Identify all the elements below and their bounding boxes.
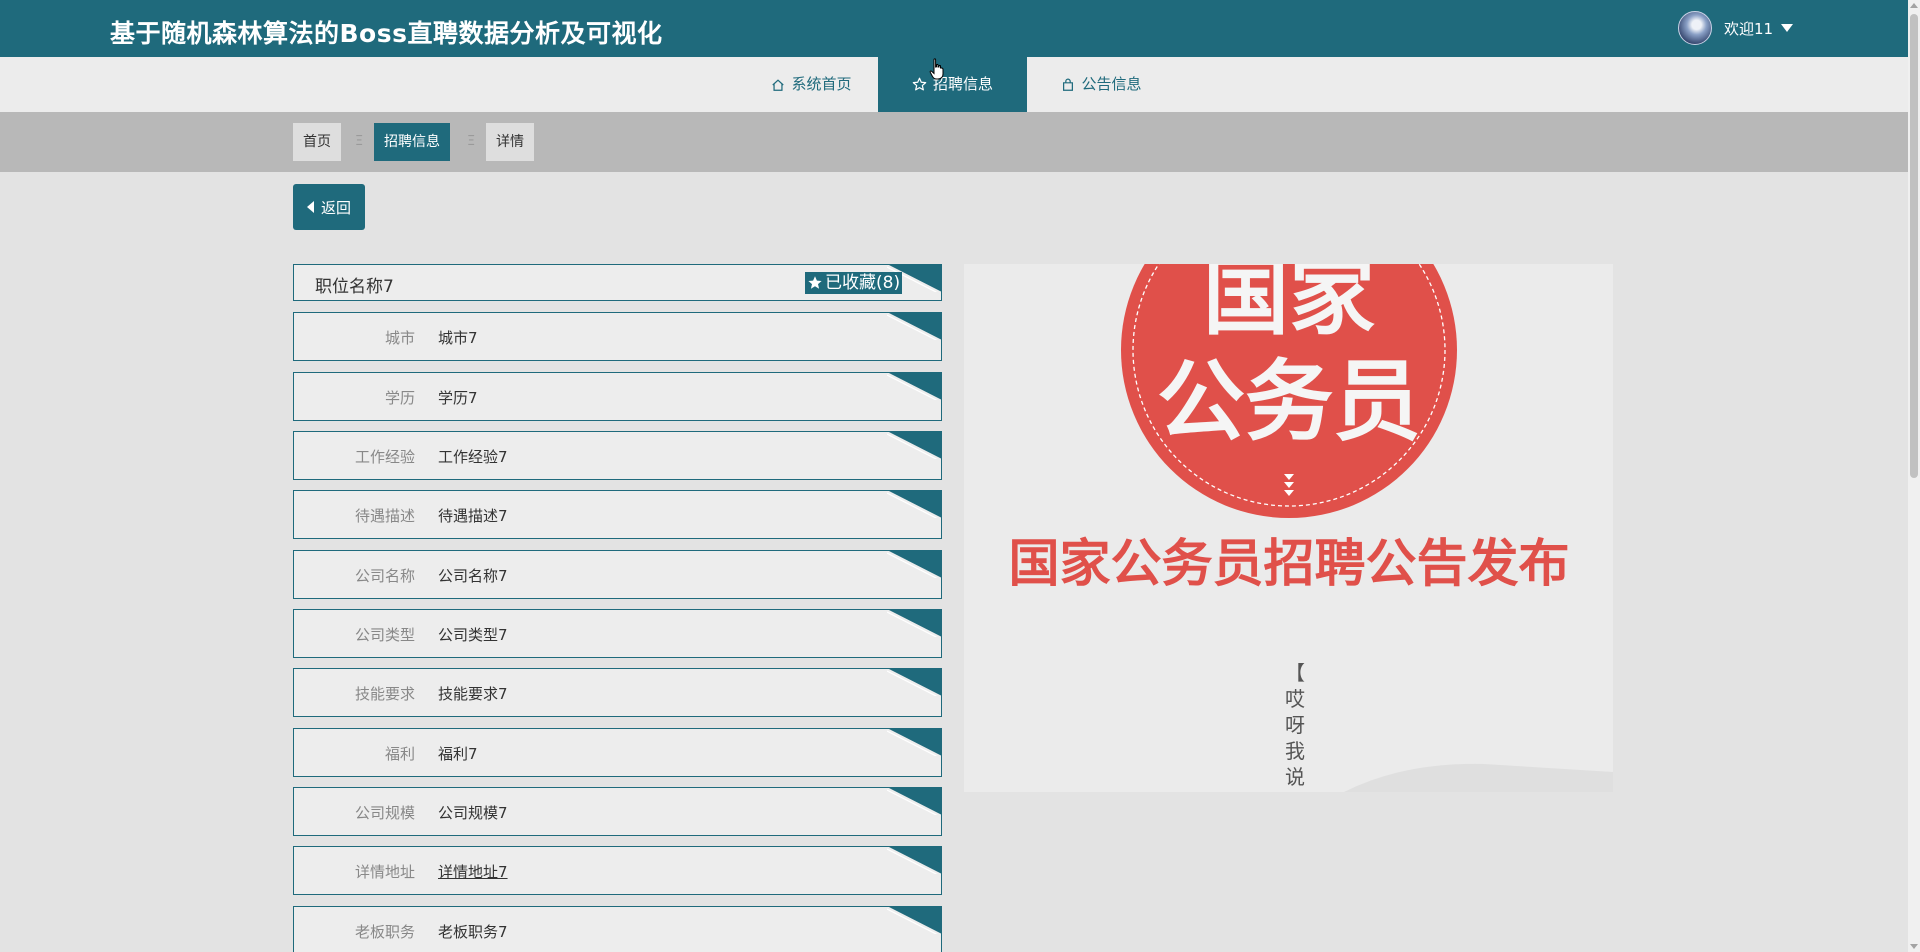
detail-row: 城市 城市7 — [293, 312, 942, 361]
svg-text:说: 说 — [1285, 766, 1305, 789]
nav-notices-label: 公告信息 — [1081, 75, 1142, 93]
breadcrumb-detail: 详情 — [486, 123, 534, 161]
breadcrumb-separator: Ξ — [355, 134, 364, 149]
detail-label: 学历 — [384, 389, 415, 407]
back-button-label: 返回 — [320, 198, 351, 217]
nav-home-label: 系统首页 — [791, 75, 852, 93]
detail-row: 学历 学历7 — [293, 372, 942, 421]
nav-notices[interactable]: 公告信息 — [1027, 57, 1176, 112]
detail-label: 待遇描述 — [354, 507, 415, 525]
detail-value: 公司类型7 — [438, 626, 508, 644]
detail-value: 待遇描述7 — [438, 507, 508, 525]
corner-ribbon-icon — [887, 491, 941, 518]
corner-ribbon-icon — [887, 847, 941, 874]
poster-badge-line2: 公务员 — [1157, 352, 1421, 451]
breadcrumb-separator: Ξ — [467, 134, 476, 149]
detail-value[interactable]: 详情地址7 — [438, 861, 508, 882]
detail-value: 福利7 — [438, 745, 478, 763]
detail-label: 公司类型 — [354, 626, 415, 644]
top-header: 基于随机森林算法的Boss直聘数据分析及可视化 欢迎11 — [0, 0, 1908, 57]
poster-graphic: 国家 公务员 国家公务员招聘公告发布 【 哎 呀 我 说 考 — [964, 264, 1613, 792]
corner-ribbon-icon — [887, 788, 941, 815]
detail-value: 城市7 — [438, 329, 478, 347]
detail-row: 老板职务 老板职务7 — [293, 906, 942, 952]
detail-label: 技能要求 — [354, 685, 415, 703]
detail-row: 福利 福利7 — [293, 728, 942, 777]
corner-ribbon-icon — [887, 551, 941, 578]
corner-ribbon-icon — [887, 432, 941, 459]
detail-row: 公司名称 公司名称7 — [293, 550, 942, 599]
favorite-label: 已收藏(8) — [825, 273, 901, 293]
main-nav: 系统首页 招聘信息 公告信息 — [0, 57, 1908, 112]
favorite-button[interactable]: 已收藏(8) — [805, 272, 903, 294]
breadcrumb: 首页 Ξ 招聘信息 Ξ 详情 — [0, 112, 1908, 172]
avatar[interactable] — [1678, 11, 1712, 45]
site-title: 基于随机森林算法的Boss直聘数据分析及可视化 — [110, 19, 663, 48]
detail-label: 详情地址 — [354, 863, 415, 881]
corner-ribbon-icon — [887, 669, 941, 696]
poster-vertical-text: 【 哎 呀 我 说 考 — [1285, 663, 1305, 789]
detail-row: 待遇描述 待遇描述7 — [293, 490, 942, 539]
detail-row: 公司规模 公司规模7 — [293, 787, 942, 836]
star-outline-icon — [912, 77, 927, 91]
scroll-up-icon[interactable] — [1910, 3, 1918, 8]
home-icon — [772, 78, 785, 91]
page-scrollbar[interactable] — [1908, 0, 1920, 952]
detail-value: 技能要求7 — [438, 685, 508, 703]
svg-text:呀: 呀 — [1285, 715, 1305, 737]
detail-label: 公司规模 — [354, 804, 415, 822]
caret-left-icon — [306, 201, 314, 213]
detail-label: 公司名称 — [354, 567, 415, 585]
job-poster-image: 国家 公务员 国家公务员招聘公告发布 【 哎 呀 我 说 考 — [964, 264, 1613, 792]
poster-badge-line1: 国家 — [1203, 264, 1375, 345]
job-title-row: 职位名称7 已收藏(8) — [293, 264, 942, 301]
corner-ribbon-icon — [887, 729, 941, 756]
chevron-down-icon[interactable] — [1781, 24, 1794, 32]
bag-icon — [1063, 78, 1074, 91]
scroll-down-icon[interactable] — [1910, 944, 1918, 949]
detail-row: 技能要求 技能要求7 — [293, 668, 942, 717]
detail-label: 老板职务 — [354, 923, 415, 941]
back-button[interactable]: 返回 — [293, 184, 365, 230]
nav-home[interactable]: 系统首页 — [745, 57, 878, 112]
hand-cursor-icon — [929, 58, 944, 80]
detail-value: 老板职务7 — [438, 923, 508, 941]
svg-text:我: 我 — [1285, 740, 1305, 763]
breadcrumb-jobs[interactable]: 招聘信息 — [374, 123, 450, 161]
scrollbar-thumb[interactable] — [1910, 14, 1918, 478]
detail-value: 公司名称7 — [438, 567, 508, 585]
corner-ribbon-icon — [887, 907, 941, 934]
job-title: 职位名称7 — [315, 277, 394, 297]
detail-value: 公司规模7 — [438, 804, 508, 822]
svg-text:【: 【 — [1285, 663, 1305, 685]
detail-label: 福利 — [384, 745, 415, 763]
detail-value: 学历7 — [438, 389, 478, 407]
poster-headline: 国家公务员招聘公告发布 — [1008, 535, 1569, 592]
breadcrumb-home[interactable]: 首页 — [293, 123, 341, 161]
star-filled-icon — [808, 276, 822, 289]
detail-row: 工作经验 工作经验7 — [293, 431, 942, 480]
corner-ribbon-icon — [887, 610, 941, 637]
user-menu[interactable]: 欢迎11 — [1678, 11, 1794, 45]
detail-label: 工作经验 — [354, 448, 415, 466]
detail-row: 公司类型 公司类型7 — [293, 609, 942, 658]
welcome-text: 欢迎11 — [1724, 19, 1774, 38]
detail-row: 详情地址 详情地址7 — [293, 846, 942, 895]
nav-jobs[interactable]: 招聘信息 — [878, 57, 1027, 112]
svg-text:哎: 哎 — [1285, 688, 1305, 711]
detail-label: 城市 — [384, 329, 415, 347]
corner-ribbon-icon — [887, 313, 941, 340]
corner-ribbon-icon — [887, 373, 941, 400]
detail-value: 工作经验7 — [438, 448, 508, 466]
